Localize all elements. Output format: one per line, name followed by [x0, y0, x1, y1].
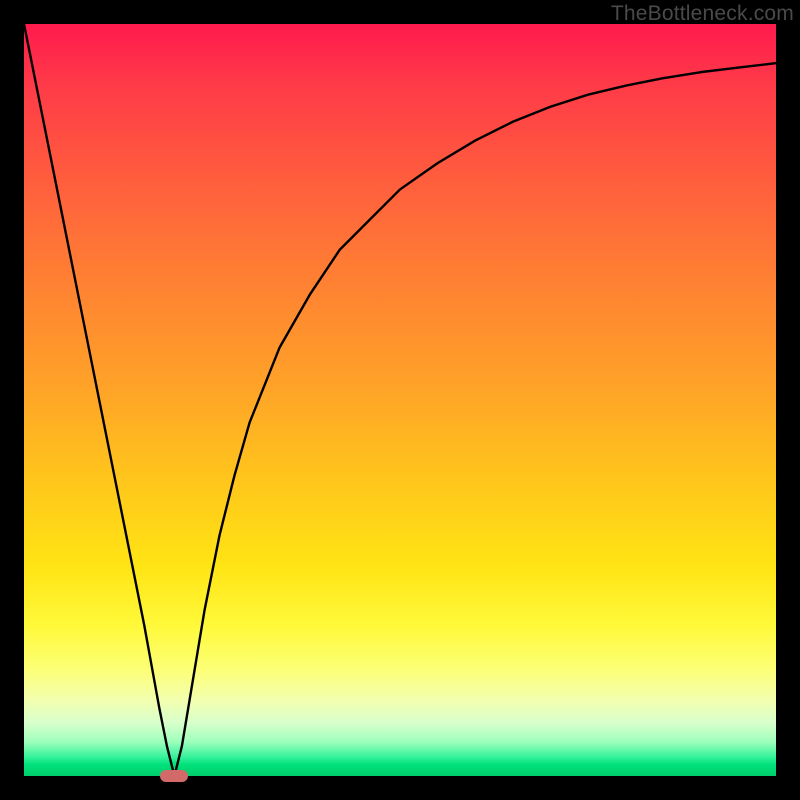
plot-area [24, 24, 776, 776]
curve-svg [24, 24, 776, 776]
value-curve-path [24, 24, 776, 776]
chart-frame: TheBottleneck.com [0, 0, 800, 800]
watermark-text: TheBottleneck.com [611, 2, 794, 26]
optimum-marker [160, 770, 188, 782]
